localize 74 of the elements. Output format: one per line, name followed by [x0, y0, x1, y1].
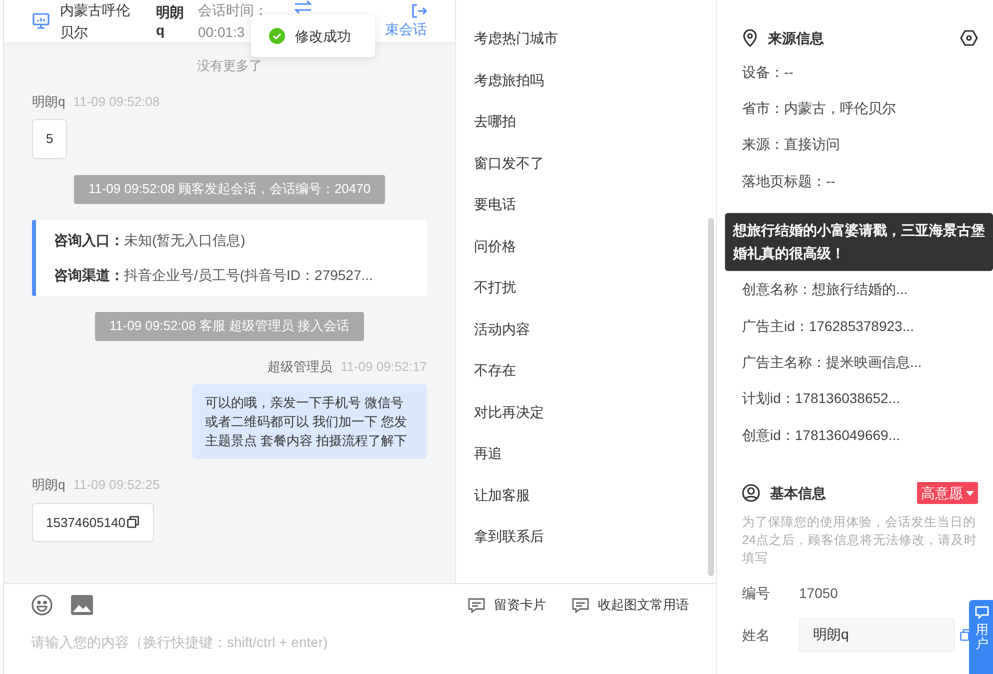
sender-name: 明朗q [32, 92, 66, 111]
check-circle-icon [269, 28, 285, 44]
no-more-text: 没有更多了 [196, 57, 262, 75]
section-title: 基本信息 [770, 484, 826, 503]
composer-tool-button[interactable]: 收起图文常用语 [572, 595, 689, 615]
user-circle-icon [742, 484, 760, 502]
composer-tool-button[interactable]: 留资卡片 [468, 595, 546, 615]
field-value: 17050 [799, 584, 838, 604]
scrollbar-thumb[interactable] [708, 218, 714, 576]
quick-phrase[interactable]: 拿到联系后 [474, 526, 544, 548]
info-value: 未知(暂无入口信息) [124, 230, 246, 250]
location-pin-icon [742, 29, 758, 47]
intent-level-dropdown[interactable]: 高意愿 [917, 482, 978, 504]
tooltip: 想旅行结婚的小富婆请戳，三亚海景古堡婚礼真的很高级！ [725, 213, 993, 271]
session-time-label: 会话时间： [198, 1, 268, 20]
message-time: 11-09 09:52:17 [340, 358, 427, 376]
message-input[interactable]: 请输入您的内容（换行快捷键：shift/ctrl + enter) [30, 632, 689, 653]
feedback-tab[interactable]: 用户 [969, 600, 993, 674]
session-time: 00:01:3 [198, 23, 245, 42]
message-text: 5 [46, 130, 54, 148]
quick-phrase[interactable]: 去哪拍 [474, 111, 516, 132]
source-field: 来源：直接访问 [742, 134, 840, 156]
source-field: 创意名称：想旅行结婚的... [742, 279, 908, 300]
settings-icon[interactable] [960, 29, 978, 47]
quick-phrase[interactable]: 再追 [474, 443, 502, 464]
quick-phrase[interactable]: 窗口发不了 [474, 152, 544, 174]
exit-icon [410, 2, 427, 18]
quick-phrase[interactable]: 问价格 [474, 236, 516, 257]
comment-icon [572, 598, 589, 612]
image-icon[interactable] [70, 595, 93, 615]
info-value: 抖音企业号/员工号(抖音号ID：279527... [124, 266, 373, 285]
agent-message-bubble: 可以的哦，亲发一下手机号 微信号或者二维码都可以 我们加一下 您发主题景点 套餐内容 拍摄流程了解下 [192, 384, 427, 459]
source-field: 计划id：178136038652... [742, 388, 900, 410]
customer-name: q [156, 21, 166, 39]
system-notice: 11-09 09:52:08 顾客发起会话，会话编号：20470 [74, 174, 385, 204]
caret-icon [966, 490, 974, 496]
name-input[interactable]: 明朗q [799, 618, 955, 652]
chat-icon [975, 606, 989, 619]
quick-phrase[interactable]: 不打扰 [474, 277, 516, 298]
customer-name: 明朗 [156, 3, 185, 21]
source-field: 设备：-- [742, 62, 794, 83]
info-label: 咨询入口： [54, 230, 124, 250]
transfer-icon[interactable] [294, 0, 312, 14]
emoji-icon[interactable] [30, 594, 53, 616]
location-text: 内蒙古呼伦 [60, 1, 131, 20]
quick-phrase[interactable]: 考虑旅拍吗 [474, 70, 544, 91]
quick-phrase[interactable]: 活动内容 [474, 318, 530, 340]
source-field: 省市：内蒙古，呼伦贝尔 [742, 98, 896, 119]
source-field: 广告主id：176285378923... [742, 316, 914, 337]
source-field: 落地页标题：-- [742, 170, 836, 192]
message-time: 11-09 09:52:08 [73, 92, 160, 110]
edit-notice: 为了保障您的使用体验，会话发生当日的24点之后，顾客信息将无法修改，请及时填写 [742, 514, 978, 568]
toast-message: 修改成功 [295, 26, 351, 46]
sender-name: 明朗q [32, 476, 66, 494]
info-label: 咨询渠道： [54, 266, 124, 284]
location-text: 贝尔 [60, 23, 89, 42]
quick-phrase[interactable]: 对比再决定 [474, 402, 544, 423]
field-label: 编号 [742, 584, 771, 604]
quick-phrase[interactable]: 不存在 [474, 360, 516, 382]
comment-icon [468, 598, 485, 612]
message-text: 15374605140 [46, 514, 126, 532]
quick-phrase[interactable]: 让加客服 [474, 484, 530, 506]
quick-phrase[interactable]: 考虑热门城市 [474, 28, 558, 50]
quick-phrase[interactable]: 要电话 [474, 194, 516, 216]
system-notice: 11-09 09:52:08 客服 超级管理员 接入会话 [95, 312, 364, 340]
monitor-icon [32, 12, 50, 30]
message-time: 11-09 09:52:25 [73, 476, 160, 494]
copy-icon[interactable] [126, 515, 140, 530]
source-field: 创意id：178136049669... [742, 424, 900, 446]
source-field: 广告主名称：提米映画信息... [742, 352, 922, 374]
section-title: 来源信息 [768, 28, 824, 48]
feedback-label: 用户 [976, 623, 988, 652]
sender-name: 超级管理员 [267, 358, 332, 376]
field-label: 姓名 [742, 626, 771, 645]
